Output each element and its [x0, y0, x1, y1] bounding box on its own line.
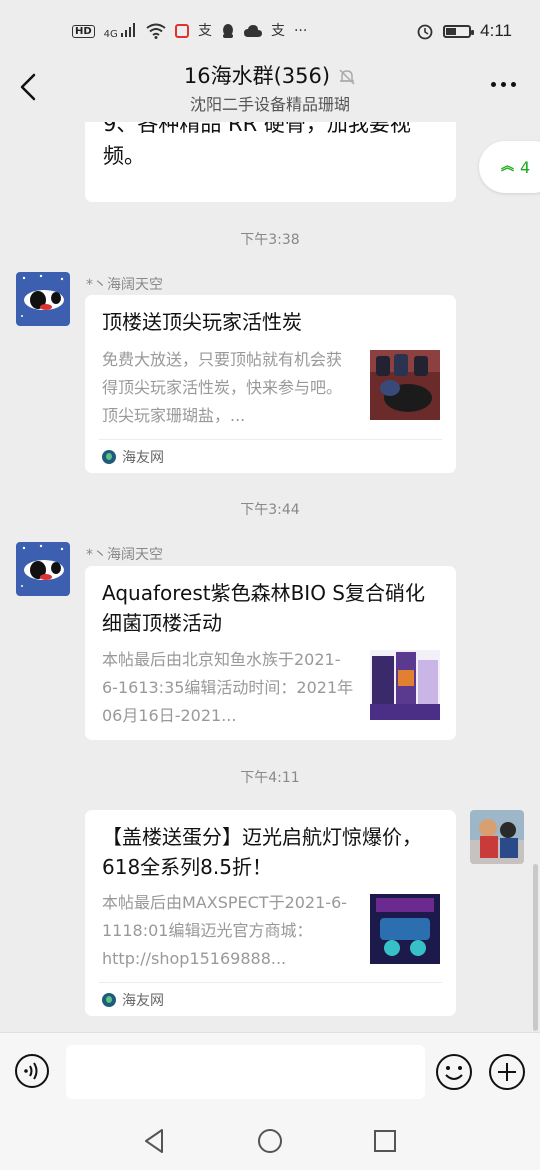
card-divider — [99, 982, 442, 983]
card-divider — [99, 439, 442, 440]
chat-subtitle: 沈阳二手设备精品珊瑚 — [189, 95, 350, 114]
avatar[interactable] — [16, 542, 70, 596]
mute-bell-icon — [339, 69, 355, 85]
source-logo-icon — [102, 993, 116, 1007]
voice-icon[interactable] — [14, 1053, 50, 1089]
my-avatar[interactable] — [470, 810, 524, 864]
card-thumbnail — [370, 894, 440, 964]
chat-title-row: 16海水群(356) — [0, 60, 540, 90]
notification-app-icon — [174, 24, 189, 38]
card-source: 海友网 — [102, 447, 164, 467]
card-title: 顶楼送顶尖玩家活性炭 — [102, 310, 302, 334]
status-right: 4:11 — [416, 21, 512, 41]
card-source-name: 海友网 — [122, 993, 164, 1009]
link-card[interactable]: Aquaforest紫色森林BIO S复合硝化细菌顶楼活动 本帖最后由北京知鱼水… — [85, 566, 456, 740]
text-message-bubble[interactable]: 9、各种精品 RR 硬骨，加我要视频。 — [85, 122, 456, 202]
sender-name: *丶海阔天空 — [86, 277, 163, 293]
card-source-name: 海友网 — [122, 450, 164, 466]
qq-icon — [222, 24, 233, 38]
time-separator: 下午4:11 — [240, 770, 300, 786]
source-logo-icon — [102, 450, 116, 464]
sender-name: *丶海阔天空 — [86, 547, 163, 563]
message-input[interactable] — [66, 1045, 425, 1099]
nav-recents-icon[interactable] — [370, 1126, 400, 1156]
status-left: HD 4G 支 支 ··· — [72, 22, 308, 40]
chat-header: 16海水群(356) 沈阳二手设备精品珊瑚 — [0, 52, 540, 122]
card-thumbnail — [370, 650, 440, 720]
link-card[interactable]: 【盖楼送蛋分】迈光启航灯惊爆价，618全系列8.5折！ 本帖最后由MAXSPEC… — [85, 810, 456, 1016]
input-bar — [0, 1032, 540, 1112]
nav-back-icon[interactable] — [140, 1126, 170, 1156]
alipay-icon: 支 — [197, 23, 212, 39]
card-description: 本帖最后由MAXSPECT于2021-6-1118:01编辑迈光官方商城：htt… — [102, 893, 348, 968]
time-separator: 下午3:44 — [240, 502, 300, 518]
nav-home-icon[interactable] — [255, 1126, 285, 1156]
cloud-icon — [243, 25, 262, 37]
alarm-icon — [417, 24, 433, 40]
time-separator: 下午3:38 — [240, 232, 300, 248]
signal-icon: 4G — [103, 22, 137, 40]
message-list[interactable]: 9、各种精品 RR 硬骨，加我要视频。 下午3:38 *丶海阔天空 顶楼送顶尖玩… — [0, 122, 540, 1032]
double-up-arrow-icon: ︽ — [501, 159, 515, 174]
card-description: 本帖最后由北京知鱼水族于2021-6-1613:35编辑活动时间：2021年06… — [102, 650, 354, 725]
card-title: 【盖楼送蛋分】迈光启航灯惊爆价，618全系列8.5折！ — [102, 825, 422, 879]
battery-icon — [443, 24, 475, 38]
more-notifications-icon: ··· — [293, 23, 308, 39]
message-text: 9、各种精品 RR 硬骨，加我要视频。 — [103, 122, 411, 168]
card-description: 免费大放送，只要顶帖就有机会获得顶尖玩家活性炭，快来参与吧。顶尖玩家珊瑚盐，..… — [102, 350, 343, 425]
alipay-icon-2: 支 — [270, 23, 285, 39]
network-type-label: 4G — [103, 28, 118, 40]
scrollbar[interactable] — [533, 864, 538, 1031]
hd-badge: HD — [72, 24, 95, 38]
system-nav-bar — [0, 1112, 540, 1170]
chat-title: 16海水群(356) — [183, 64, 331, 88]
avatar[interactable] — [16, 272, 70, 326]
plus-icon[interactable] — [488, 1053, 526, 1091]
wifi-icon — [146, 23, 166, 39]
card-source: 海友网 — [102, 990, 164, 1010]
emoji-icon[interactable] — [435, 1053, 473, 1091]
more-icon[interactable] — [491, 82, 516, 87]
card-thumbnail — [370, 350, 440, 420]
new-messages-pill[interactable]: ︽ 4 — [479, 141, 540, 193]
card-title: Aquaforest紫色森林BIO S复合硝化细菌顶楼活动 — [102, 581, 425, 635]
status-time: 4:11 — [480, 21, 512, 40]
link-card[interactable]: 顶楼送顶尖玩家活性炭 免费大放送，只要顶帖就有机会获得顶尖玩家活性炭，快来参与吧… — [85, 295, 456, 473]
new-messages-count: 4 — [520, 157, 531, 177]
